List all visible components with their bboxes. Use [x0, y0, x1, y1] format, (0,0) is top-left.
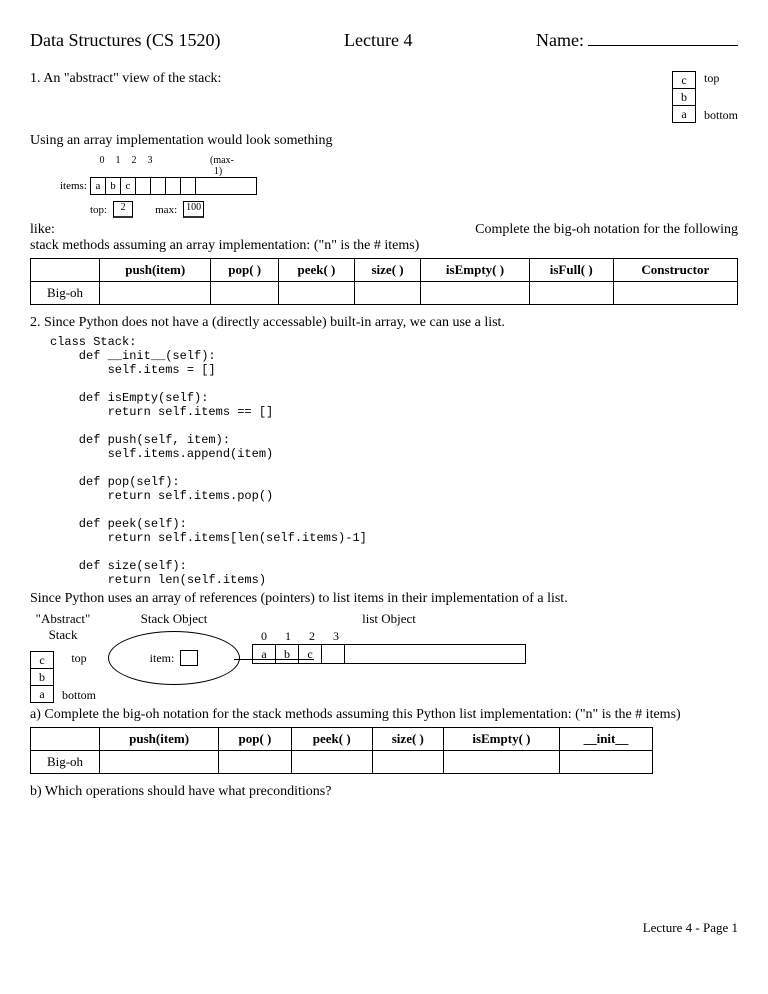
- top-label: top: [704, 71, 738, 86]
- bigoh-cell[interactable]: [354, 282, 420, 305]
- code-block: class Stack: def __init__(self): self.it…: [50, 335, 738, 587]
- stack-object-ellipse: item:: [108, 631, 240, 685]
- bigoh-cell[interactable]: [100, 751, 219, 774]
- bottom-label: bottom: [704, 108, 738, 123]
- array-intro: Using an array implementation would look…: [30, 133, 738, 149]
- bigoh-row-label: Big-oh: [31, 282, 100, 305]
- bigoh-cell[interactable]: [211, 282, 279, 305]
- complete-prompt: Complete the big-oh notation for the fol…: [475, 222, 738, 238]
- object-diagram-row: "Abstract" Stack c b a top bottom Stack …: [30, 611, 738, 703]
- top-var-label: top:: [90, 204, 107, 216]
- name-blank[interactable]: [588, 45, 738, 46]
- page-header: Data Structures (CS 1520) Lecture 4 Name…: [30, 30, 738, 51]
- bigoh-cell[interactable]: [559, 751, 652, 774]
- stack-cell-bot: a: [672, 106, 696, 123]
- bigoh-cell[interactable]: [279, 282, 355, 305]
- bigoh-table-2: push(item) pop( ) peek( ) size( ) isEmpt…: [30, 727, 653, 774]
- array-diagram: 0 1 2 3 (max-1) items: a b c top: 2 max:…: [60, 155, 738, 218]
- stack-cell-mid: b: [672, 89, 696, 106]
- table1-caption: stack methods assuming an array implemen…: [30, 238, 738, 254]
- course-title: Data Structures (CS 1520): [30, 30, 220, 51]
- lecture-number: Lecture 4: [344, 30, 412, 51]
- list-object-label: list Object: [252, 611, 526, 627]
- like-text: like:: [30, 222, 55, 237]
- stack-object-label: Stack Object: [108, 611, 240, 627]
- bigoh-cell[interactable]: [613, 282, 737, 305]
- stack-cell-top: c: [672, 71, 696, 89]
- bigoh-cell[interactable]: [219, 751, 291, 774]
- bigoh-cell[interactable]: [421, 282, 529, 305]
- bigoh-cell[interactable]: [291, 751, 372, 774]
- q2b-prompt: b) Which operations should have what pre…: [30, 784, 738, 800]
- q2a-prompt: a) Complete the big-oh notation for the …: [30, 707, 738, 723]
- items-label: items:: [60, 180, 90, 192]
- abstract-stack-diagram: c b a top bottom: [672, 71, 738, 123]
- bigoh-cell[interactable]: [372, 751, 443, 774]
- item-ref-box: [180, 650, 198, 666]
- q1-prompt: 1. An "abstract" view of the stack:: [30, 71, 672, 87]
- bigoh-table-1: push(item) pop( ) peek( ) size( ) isEmpt…: [30, 258, 738, 305]
- max-var-label: max:: [155, 204, 177, 216]
- bigoh-cell[interactable]: [100, 282, 211, 305]
- bigoh-cell[interactable]: [529, 282, 613, 305]
- name-field: Name:: [536, 30, 738, 51]
- since-line: Since Python uses an array of references…: [30, 591, 738, 607]
- top-val: 2: [113, 201, 133, 218]
- max-val: 100: [183, 201, 204, 218]
- q2-intro: 2. Since Python does not have a (directl…: [30, 315, 738, 331]
- pointer-arrow: [234, 659, 314, 660]
- bigoh-cell[interactable]: [443, 751, 559, 774]
- page-footer: Lecture 4 - Page 1: [30, 920, 738, 936]
